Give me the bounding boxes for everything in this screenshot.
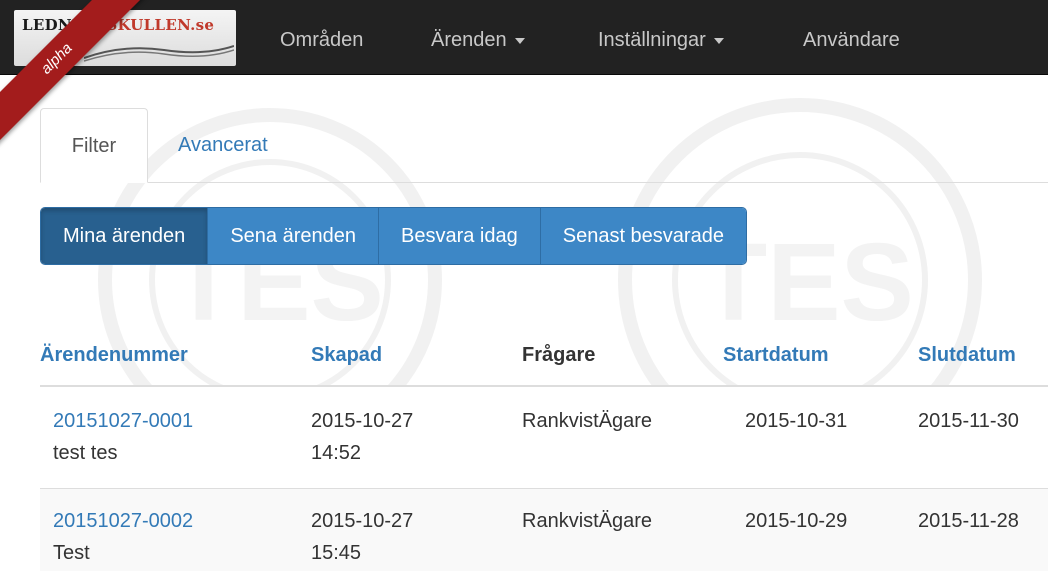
nav-omraden[interactable]: Områden	[280, 0, 363, 74]
column-header-skapad[interactable]: Skapad	[311, 344, 382, 367]
column-header-fragare: Frågare	[522, 344, 596, 366]
brand-logo-text: LEDNINGSKULLEN.se	[22, 16, 215, 34]
top-navbar: LEDNINGSKULLEN.se Områden Ärenden Instäl…	[0, 0, 1048, 75]
created-date: 2015-10-27	[311, 410, 414, 432]
tab-filter[interactable]: Filter	[40, 108, 148, 183]
case-title: test tes	[53, 442, 118, 464]
column-header-arendenummer[interactable]: Ärendenummer	[40, 344, 188, 367]
end-date-cell: 2015-11-30	[918, 410, 1019, 432]
nav-anvandare[interactable]: Användare	[803, 0, 900, 74]
case-number-link[interactable]: 20151027-0002	[53, 510, 193, 532]
start-date-cell: 2015-10-29	[745, 510, 848, 532]
created-cell: 2015-10-27 15:45	[311, 505, 413, 569]
mina-arenden-button[interactable]: Mina ärenden	[41, 208, 209, 264]
end-date-cell: 2015-11-28	[918, 510, 1019, 532]
created-date: 2015-10-27	[311, 510, 414, 532]
asker-cell: RankvistÄgare	[522, 410, 653, 432]
column-header-startdatum[interactable]: Startdatum	[723, 344, 829, 367]
nav-installningar-dropdown[interactable]: Inställningar	[598, 0, 724, 74]
column-header-slutdatum[interactable]: Slutdatum	[918, 344, 1016, 367]
created-time: 15:45	[311, 542, 362, 564]
tab-avancerat[interactable]: Avancerat	[178, 108, 268, 182]
senast-besvarade-button[interactable]: Senast besvarade	[540, 208, 746, 264]
start-date-cell: 2015-10-31	[745, 410, 848, 432]
case-number-cell: 20151027-0001 test tes	[53, 405, 193, 469]
caret-down-icon	[713, 37, 724, 44]
created-cell: 2015-10-27 14:52	[311, 405, 413, 469]
caret-down-icon	[514, 37, 525, 44]
besvara-idag-button[interactable]: Besvara idag	[378, 208, 541, 264]
brand-logo[interactable]: LEDNINGSKULLEN.se	[14, 10, 236, 66]
case-title: Test	[53, 542, 90, 564]
sena-arenden-button[interactable]: Sena ärenden	[208, 208, 379, 264]
logo-wire-graphic	[84, 45, 234, 62]
table-row: 20151027-0001 test tes 2015-10-27 14:52 …	[40, 387, 1048, 488]
case-number-cell: 20151027-0002 Test	[53, 505, 193, 569]
table-row: 20151027-0002 Test 2015-10-27 15:45 Rank…	[40, 488, 1048, 571]
asker-cell: RankvistÄgare	[522, 510, 653, 532]
case-number-link[interactable]: 20151027-0001	[53, 410, 193, 432]
created-time: 14:52	[311, 442, 362, 464]
nav-arenden-dropdown[interactable]: Ärenden	[431, 0, 525, 74]
filter-tabs: Filter Avancerat	[40, 108, 1048, 183]
quick-filter-buttons: Mina ärenden Sena ärenden Besvara idag S…	[40, 207, 747, 265]
